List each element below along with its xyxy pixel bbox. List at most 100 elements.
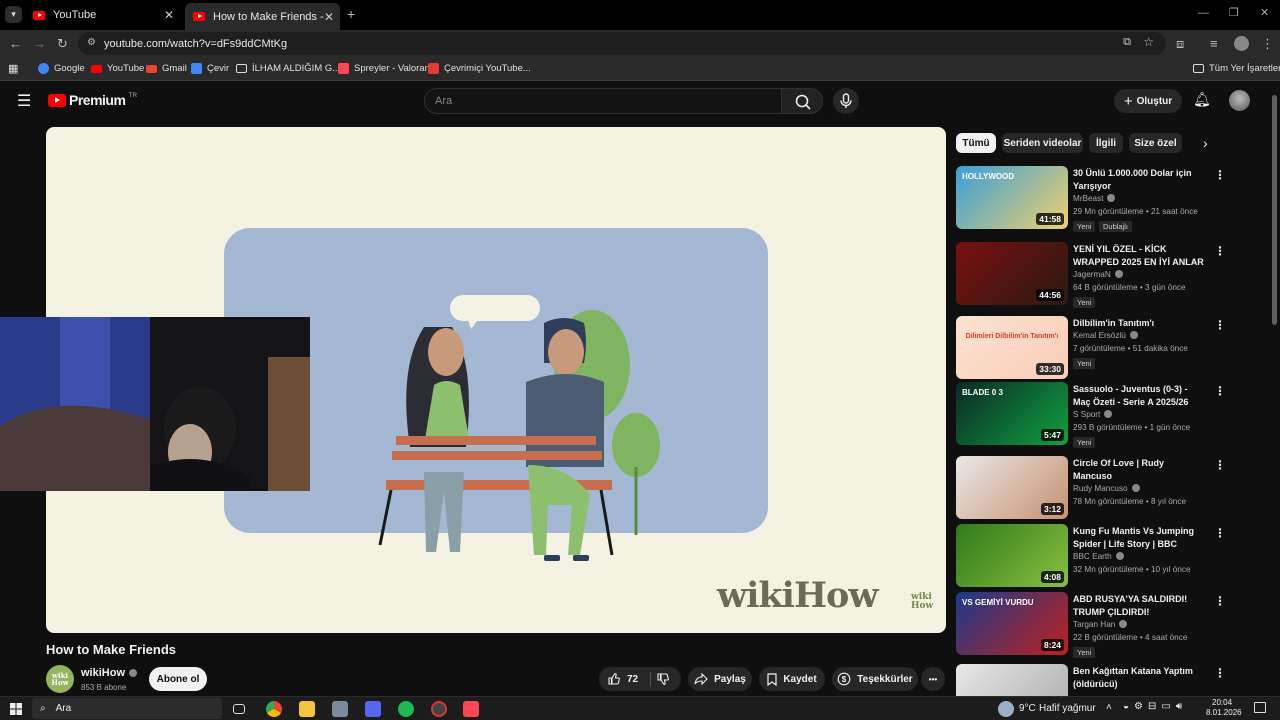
notifications-bell-icon[interactable]: 🔔︎ xyxy=(1193,91,1211,108)
profile-avatar[interactable] xyxy=(1234,36,1249,51)
recommendation-title[interactable]: ABD RUSYA'YA SALDIRDI! TRUMP ÇILDIRDI! xyxy=(1073,593,1205,619)
recommendation-title[interactable]: Ben Kağıttan Katana Yaptım (öldürücü) xyxy=(1073,665,1205,691)
video-thumbnail[interactable]: 4:08 xyxy=(956,524,1068,587)
recommendation-title[interactable]: Kung Fu Mantis Vs Jumping Spider | Life … xyxy=(1073,525,1205,551)
bookmark-youtube[interactable]: YouTube xyxy=(91,63,144,74)
subscribe-button[interactable]: Abone ol xyxy=(149,667,207,691)
bookmark-youtube-downloader[interactable]: Çevrimiçi YouTube... xyxy=(428,63,531,74)
recommendation-item[interactable]: 44:56 YENİ YIL ÖZEL - KİCK WRAPPED 2025 E… xyxy=(956,242,1256,312)
install-app-icon[interactable]: ⧉ xyxy=(1123,36,1131,49)
tray-chevron-up-icon[interactable]: ˄ xyxy=(1106,702,1112,713)
like-button[interactable]: 72 xyxy=(607,672,638,686)
bookmark-translate[interactable]: Çevir xyxy=(191,63,229,74)
save-button[interactable]: Kaydet xyxy=(759,667,825,691)
recommendation-channel[interactable]: MrBeast xyxy=(1073,194,1116,203)
chip-from-series[interactable]: Seriden videolar xyxy=(1002,133,1083,153)
clock-date[interactable]: 8.01.2026 xyxy=(1206,708,1242,717)
video-thumbnail[interactable]: 3:12 xyxy=(956,456,1068,519)
bookmark-valorant[interactable]: Spreyler - Valorant xyxy=(338,63,433,74)
hamburger-menu-icon[interactable]: ☰ xyxy=(17,91,31,111)
recommendation-more-icon[interactable]: ⋮ xyxy=(1214,384,1226,398)
tab-youtube-home[interactable]: YouTube ✕ xyxy=(25,4,180,26)
recommendation-item[interactable]: HOLLYWOOD 41:58 30 Ünlü 1.000.000 Dolar iç… xyxy=(956,166,1256,236)
recommendation-title[interactable]: Sassuolo - Juventus (0-3) - Maç Özeti - … xyxy=(1073,383,1205,409)
video-thumbnail[interactable]: Dilimleri Dilbilim'in Tanıtım'ı 33:30 xyxy=(956,316,1068,379)
recommendation-item[interactable]: Dilimleri Dilbilim'in Tanıtım'ı 33:30 Dilb… xyxy=(956,316,1256,386)
video-thumbnail[interactable] xyxy=(956,664,1068,696)
app-icon[interactable] xyxy=(332,701,348,717)
video-thumbnail[interactable]: BLADE 0 3 5:47 xyxy=(956,382,1068,445)
recommendation-title[interactable]: Circle Of Love | Rudy Mancuso xyxy=(1073,457,1205,483)
bookmark-star-icon[interactable]: ☆ xyxy=(1143,35,1154,49)
window-close-icon[interactable]: ✕ xyxy=(1260,6,1269,19)
bookmark-gmail[interactable]: Gmail xyxy=(146,63,187,74)
voice-search-button[interactable] xyxy=(833,88,859,114)
recommendation-item[interactable]: 3:12 Circle Of Love | Rudy Mancuso Rudy Ma… xyxy=(956,456,1256,526)
file-explorer-icon[interactable] xyxy=(299,701,315,717)
recommendation-channel[interactable]: S Sport xyxy=(1073,410,1113,419)
site-info-icon[interactable]: ⚙ xyxy=(87,37,96,48)
task-view-icon[interactable] xyxy=(233,704,245,714)
tray-icons[interactable]: ◒⚙⊟▭🔊︎ xyxy=(1123,701,1187,712)
recommendation-more-icon[interactable]: ⋮ xyxy=(1214,526,1226,540)
video-thumbnail[interactable]: HOLLYWOOD 41:58 xyxy=(956,166,1068,229)
window-restore-icon[interactable]: ❐ xyxy=(1229,6,1239,19)
recommendation-item[interactable]: Ben Kağıttan Katana Yaptım (öldürücü) ⋮ xyxy=(956,664,1256,696)
recommendation-item[interactable]: BLADE 0 3 5:47 Sassuolo - Juventus (0-3) -… xyxy=(956,382,1256,452)
browser-menu-icon[interactable]: ⋮ xyxy=(1261,36,1274,52)
channel-avatar[interactable]: wiki How xyxy=(46,665,74,693)
chrome-icon[interactable] xyxy=(266,701,282,717)
share-button[interactable]: Paylaş xyxy=(688,667,752,691)
recommendation-item[interactable]: VS GEMİYİ VURDU 8:24 ABD RUSYA'YA SALDIRDI… xyxy=(956,592,1256,662)
recommendation-more-icon[interactable]: ⋮ xyxy=(1214,318,1226,332)
extensions-icon[interactable]: ⧈ xyxy=(1176,36,1184,52)
recommendation-title[interactable]: YENİ YIL ÖZEL - KİCK WRAPPED 2025 EN İYİ… xyxy=(1073,243,1205,269)
apps-grid-icon[interactable]: ▦ xyxy=(8,62,18,75)
clock-time[interactable]: 20:04 xyxy=(1212,698,1232,707)
chips-next-arrow-icon[interactable]: › xyxy=(1203,135,1208,151)
recorder-icon[interactable] xyxy=(431,701,447,717)
video-thumbnail[interactable]: VS GEMİYİ VURDU 8:24 xyxy=(956,592,1068,655)
spotify-icon[interactable] xyxy=(398,701,414,717)
recommendation-item[interactable]: 4:08 Kung Fu Mantis Vs Jumping Spider | L… xyxy=(956,524,1256,594)
valorant-icon[interactable] xyxy=(463,701,479,717)
recommendation-more-icon[interactable]: ⋮ xyxy=(1214,666,1226,680)
recommendation-channel[interactable]: BBC Earth xyxy=(1073,552,1124,561)
create-button[interactable]: + Oluştur xyxy=(1114,89,1182,113)
recommendation-channel[interactable]: Kemal Ersözlü xyxy=(1073,331,1138,340)
all-bookmarks-folder[interactable]: Tüm Yer İşaretleri xyxy=(1193,63,1280,74)
recommendation-channel[interactable]: JagermaN xyxy=(1073,270,1123,279)
close-tab-icon[interactable]: ✕ xyxy=(324,10,334,24)
search-button[interactable] xyxy=(781,88,823,114)
bookmark-folder-ilham[interactable]: İLHAM ALDIĞIM G... xyxy=(236,63,340,74)
search-input[interactable]: Ara xyxy=(424,88,782,114)
notifications-icon[interactable] xyxy=(1254,702,1266,713)
video-thumbnail[interactable]: 44:56 xyxy=(956,242,1068,305)
tab-current-video[interactable]: How to Make Friends - YouTube ✕ xyxy=(185,3,340,30)
close-tab-icon[interactable]: ✕ xyxy=(164,8,174,22)
youtube-premium-logo[interactable]: Premium TR xyxy=(48,92,137,108)
tab-search-button[interactable]: ▾ xyxy=(5,6,22,23)
page-scrollbar[interactable] xyxy=(1272,95,1277,325)
recommendation-title[interactable]: 30 Ünlü 1.000.000 Dolar için Yarışıyor xyxy=(1073,167,1205,193)
dislike-button[interactable] xyxy=(656,672,670,689)
channel-name[interactable]: wikiHow xyxy=(81,667,138,679)
recommendation-channel[interactable]: Targan Han xyxy=(1073,620,1128,629)
more-actions-button[interactable]: ••• xyxy=(921,667,945,691)
recommendation-title[interactable]: Dilbilim'in Tanıtım'ı xyxy=(1073,317,1205,330)
window-minimize-icon[interactable]: — xyxy=(1198,7,1209,19)
taskbar-search-input[interactable]: ⌕ Ara xyxy=(32,698,222,719)
recommendation-more-icon[interactable]: ⋮ xyxy=(1214,168,1226,182)
chip-for-you[interactable]: Size özel xyxy=(1129,133,1182,153)
discord-icon[interactable] xyxy=(365,701,381,717)
bookmark-google[interactable]: Google xyxy=(38,63,85,74)
account-avatar[interactable] xyxy=(1229,90,1250,111)
recommendation-more-icon[interactable]: ⋮ xyxy=(1214,594,1226,608)
back-arrow-icon[interactable]: ← xyxy=(9,36,22,51)
media-controls-icon[interactable]: ≡ xyxy=(1210,36,1218,51)
recommendation-more-icon[interactable]: ⋮ xyxy=(1214,458,1226,472)
chip-all[interactable]: Tümü xyxy=(956,133,996,153)
forward-arrow-icon[interactable]: → xyxy=(33,36,46,51)
thanks-button[interactable]: $ Teşekkürler xyxy=(832,667,918,691)
reload-icon[interactable]: ↻ xyxy=(57,36,68,52)
